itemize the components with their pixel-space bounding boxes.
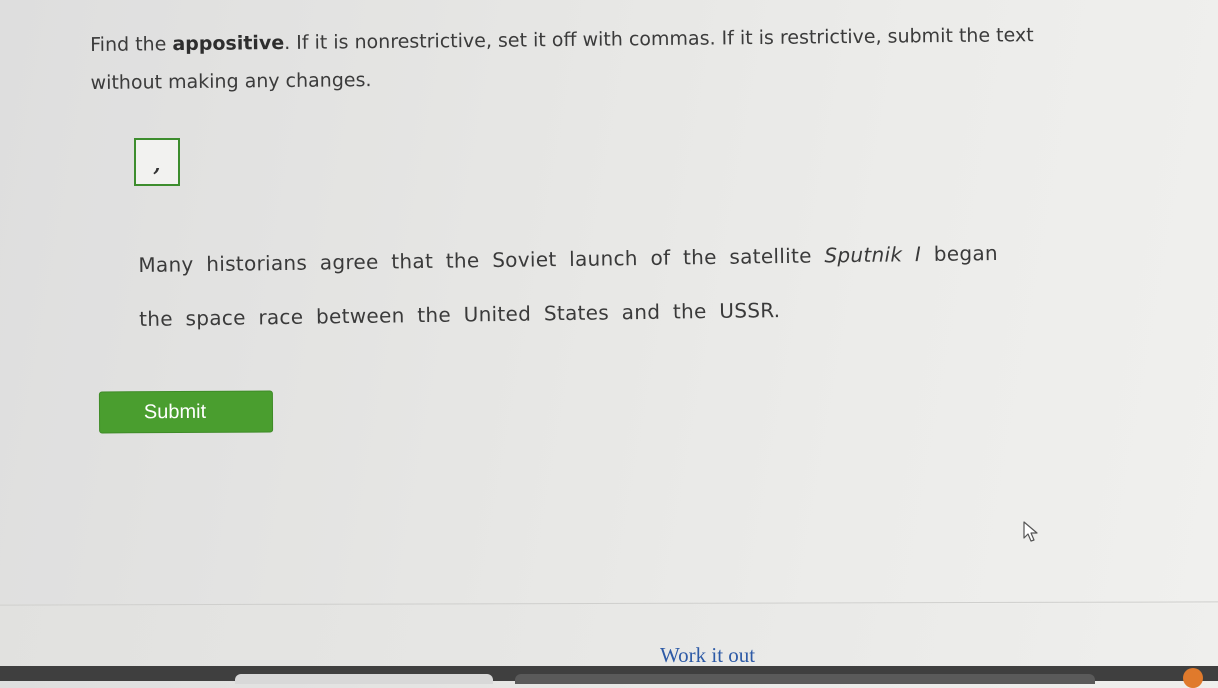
instruction-bold-term: appositive	[172, 31, 285, 56]
sentence-word[interactable]: Many	[138, 252, 194, 277]
instruction-prefix: Find the	[90, 33, 173, 56]
sentence-word[interactable]: began	[934, 241, 998, 266]
sentence-area: Many historians agree that the Soviet la…	[138, 225, 1039, 332]
sentence-word[interactable]: space	[185, 306, 246, 331]
sentence-word[interactable]: and	[622, 300, 661, 325]
mouse-cursor-icon	[1023, 521, 1038, 542]
sentence-word[interactable]: launch	[569, 246, 638, 271]
sentence-word[interactable]: agree	[320, 250, 379, 275]
work-it-out-link[interactable]: Work it out	[660, 643, 755, 668]
sentence-word[interactable]: the	[417, 303, 451, 327]
sentence-word[interactable]: race	[258, 305, 303, 330]
sentence-word[interactable]: the	[139, 307, 173, 331]
comma-tile[interactable]: ,	[134, 138, 180, 186]
app-badge-icon[interactable]	[1183, 668, 1203, 688]
sentence-line-2: the space race between the United States…	[139, 293, 1039, 332]
sentence-word[interactable]: Sputnik	[824, 242, 902, 267]
sentence-word[interactable]: States	[544, 300, 610, 325]
comma-symbol: ,	[153, 152, 161, 176]
sentence-word[interactable]: of	[650, 246, 670, 270]
sentence-word[interactable]: the	[446, 248, 480, 272]
sentence-word[interactable]: United	[464, 302, 532, 327]
sentence-word[interactable]: the	[673, 299, 707, 323]
sentence-word[interactable]: historians	[206, 251, 307, 276]
sentence-word[interactable]: between	[316, 303, 405, 328]
footer-area	[0, 604, 1218, 666]
sentence-word[interactable]: Soviet	[492, 247, 557, 272]
sentence-word[interactable]: .	[774, 298, 781, 322]
sentence-word[interactable]: USSR	[719, 298, 774, 323]
sentence-word[interactable]: I	[915, 242, 922, 266]
sentence-word[interactable]: that	[391, 249, 433, 274]
sentence-word[interactable]: the	[683, 245, 717, 269]
sentence-line-1: Many historians agree that the Soviet la…	[138, 239, 1038, 278]
taskbar-tab[interactable]	[235, 674, 493, 684]
instruction-text: Find the appositive. If it is nonrestric…	[90, 16, 1071, 102]
sentence-word[interactable]: satellite	[729, 244, 812, 269]
submit-button[interactable]: Submit	[98, 390, 274, 434]
submit-label: Submit	[143, 400, 207, 423]
taskbar-tab-secondary[interactable]	[515, 674, 1095, 684]
